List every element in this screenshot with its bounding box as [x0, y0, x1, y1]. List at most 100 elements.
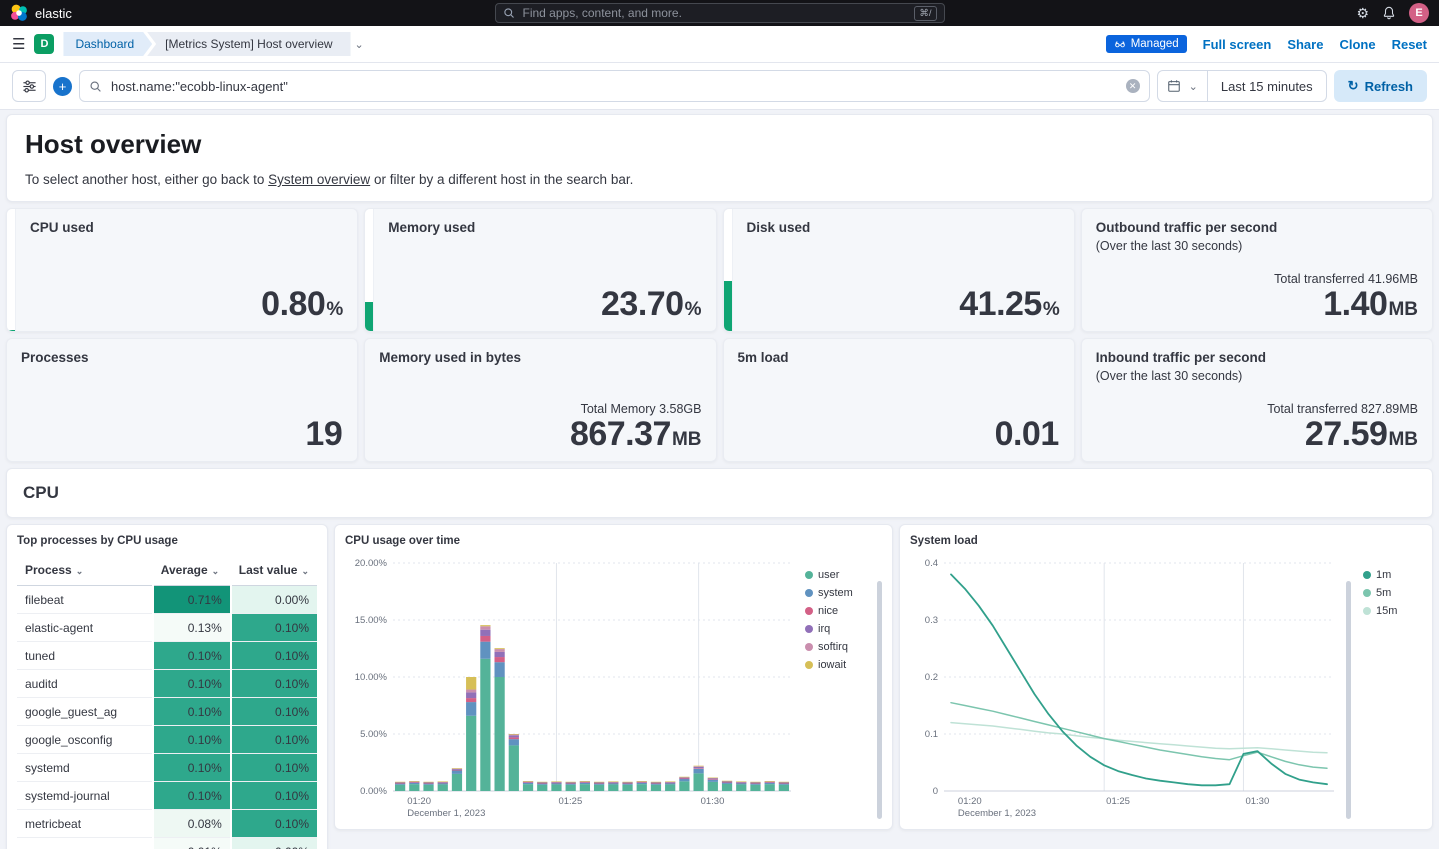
metric-value: 23.70	[601, 285, 684, 323]
column-header-average[interactable]: Average⌄	[153, 555, 231, 586]
metric-title: Memory used in bytes	[379, 349, 701, 367]
metrics-grid: CPU used 0.80% Memory used 23.70% Disk u…	[6, 208, 1433, 462]
legend-item-5m[interactable]: 5m	[1363, 587, 1397, 599]
legend-item-1m[interactable]: 1m	[1363, 569, 1397, 581]
legend-dot-icon	[805, 643, 813, 651]
scrollbar[interactable]	[1346, 581, 1351, 819]
average-value: 0.10%	[153, 698, 231, 726]
breadcrumb-current-dashboard[interactable]: [Metrics System] Host overview	[147, 32, 350, 56]
panel-title: CPU usage over time	[345, 535, 882, 547]
legend-item-softirq[interactable]: softirq	[805, 641, 853, 653]
svg-text:5.00%: 5.00%	[360, 729, 387, 740]
table-row[interactable]: elastic-agent0.13%0.10%	[17, 614, 317, 642]
global-header: elastic ⌘/ ⚙ E	[0, 0, 1439, 26]
table-row[interactable]: filebeat0.71%0.00%	[17, 586, 317, 614]
calendar-button[interactable]: ⌄	[1158, 71, 1208, 101]
metric-panel-memory-used[interactable]: Memory used 23.70%	[364, 208, 716, 332]
legend-item-15m[interactable]: 15m	[1363, 605, 1397, 617]
legend-label: softirq	[818, 641, 848, 653]
svg-text:0.1: 0.1	[925, 729, 938, 740]
table-row[interactable]: metricbeat0.08%0.10%	[17, 810, 317, 838]
svg-text:15.00%: 15.00%	[355, 615, 388, 626]
user-avatar[interactable]: E	[1409, 3, 1429, 23]
legend-label: 5m	[1376, 587, 1391, 599]
column-header-process[interactable]: Process⌄	[17, 555, 153, 586]
average-value: 0.13%	[153, 614, 231, 642]
legend-dot-icon	[805, 571, 813, 579]
metric-value: 867.37	[570, 415, 671, 453]
metric-title: Disk used	[747, 219, 1060, 237]
table-row[interactable]: systemd0.10%0.10%	[17, 754, 317, 782]
system-overview-link[interactable]: System overview	[268, 172, 370, 187]
brand-name: elastic	[35, 6, 72, 21]
description-suffix: or filter by a different host in the sea…	[370, 172, 633, 187]
legend-item-nice[interactable]: nice	[805, 605, 853, 617]
add-filter-button[interactable]: +	[53, 77, 72, 96]
metric-secondary: Total transferred 41.96MB	[1096, 272, 1418, 286]
settings-icon[interactable]: ⚙	[1356, 6, 1369, 20]
legend-item-user[interactable]: user	[805, 569, 853, 581]
query-input[interactable]	[109, 78, 1119, 95]
progress-bar	[7, 209, 16, 331]
svg-text:01:30: 01:30	[1245, 796, 1269, 807]
brand[interactable]: elastic	[10, 4, 72, 22]
metric-unit: MB	[1388, 299, 1418, 320]
table-row[interactable]: 0.01%0.00%	[17, 838, 317, 849]
menu-icon[interactable]: ☰	[12, 37, 25, 52]
global-search[interactable]: ⌘/	[495, 3, 945, 23]
notifications-icon[interactable]	[1382, 6, 1396, 20]
full-screen-button[interactable]: Full screen	[1203, 37, 1272, 52]
table-row[interactable]: google_osconfig0.10%0.10%	[17, 726, 317, 754]
time-range-button[interactable]: Last 15 minutes	[1208, 79, 1326, 94]
legend-label: iowait	[818, 659, 846, 671]
breadcrumb-menu-chevron-icon[interactable]: ⌄	[355, 38, 364, 51]
table-row[interactable]: tuned0.10%0.10%	[17, 642, 317, 670]
last-value: 0.00%	[231, 586, 317, 614]
table-row[interactable]: systemd-journal0.10%0.10%	[17, 782, 317, 810]
description-prefix: To select another host, either go back t…	[25, 172, 268, 187]
clear-query-icon[interactable]: ✕	[1126, 79, 1140, 93]
average-value: 0.01%	[153, 838, 231, 849]
managed-badge[interactable]: Managed	[1106, 35, 1187, 53]
date-picker: ⌄ Last 15 minutes	[1157, 70, 1327, 102]
legend-item-irq[interactable]: irq	[805, 623, 853, 635]
legend-item-system[interactable]: system	[805, 587, 853, 599]
svg-text:01:20: 01:20	[407, 796, 431, 807]
metric-panel-memory-used-bytes[interactable]: Memory used in bytes Total Memory 3.58GB…	[364, 338, 716, 462]
metric-panel-cpu-used[interactable]: CPU used 0.80%	[6, 208, 358, 332]
metric-panel-outbound-traffic[interactable]: Outbound traffic per second (Over the la…	[1081, 208, 1433, 332]
metric-panel-processes[interactable]: Processes 19	[6, 338, 358, 462]
space-avatar[interactable]: D	[34, 34, 54, 54]
last-value: 0.10%	[231, 698, 317, 726]
legend-label: nice	[818, 605, 838, 617]
cpu-charts-row: Top processes by CPU usage Process⌄ Aver…	[6, 524, 1433, 849]
column-header-last-value[interactable]: Last value⌄	[231, 555, 317, 586]
metric-panel-disk-used[interactable]: Disk used 41.25%	[723, 208, 1075, 332]
metric-unit: MB	[1388, 429, 1418, 450]
legend-label: 1m	[1376, 569, 1391, 581]
column-label: Last value	[239, 563, 298, 577]
legend-item-iowait[interactable]: iowait	[805, 659, 853, 671]
metric-title: Inbound traffic per second	[1096, 349, 1418, 367]
metric-panel-5m-load[interactable]: 5m load 0.01	[723, 338, 1075, 462]
reset-button[interactable]: Reset	[1392, 37, 1427, 52]
last-value: 0.00%	[231, 838, 317, 849]
share-button[interactable]: Share	[1287, 37, 1323, 52]
table-row[interactable]: google_guest_ag0.10%0.10%	[17, 698, 317, 726]
svg-text:20.00%: 20.00%	[355, 558, 388, 569]
metric-title: 5m load	[738, 349, 1060, 367]
global-search-input[interactable]	[521, 5, 909, 21]
metric-panel-inbound-traffic[interactable]: Inbound traffic per second (Over the las…	[1081, 338, 1433, 462]
progress-bar	[365, 209, 374, 331]
managed-badge-icon	[1114, 38, 1126, 50]
progress-bar	[724, 209, 733, 331]
query-input-box[interactable]: ✕	[79, 70, 1150, 102]
column-label: Process	[25, 563, 72, 577]
breadcrumb-dashboard[interactable]: Dashboard	[63, 32, 152, 56]
filters-button[interactable]	[12, 70, 46, 102]
scrollbar[interactable]	[877, 581, 882, 819]
table-row[interactable]: auditd0.10%0.10%	[17, 670, 317, 698]
search-shortcut-badge: ⌘/	[914, 6, 936, 21]
clone-button[interactable]: Clone	[1339, 37, 1375, 52]
refresh-button[interactable]: ↻ Refresh	[1334, 70, 1427, 102]
